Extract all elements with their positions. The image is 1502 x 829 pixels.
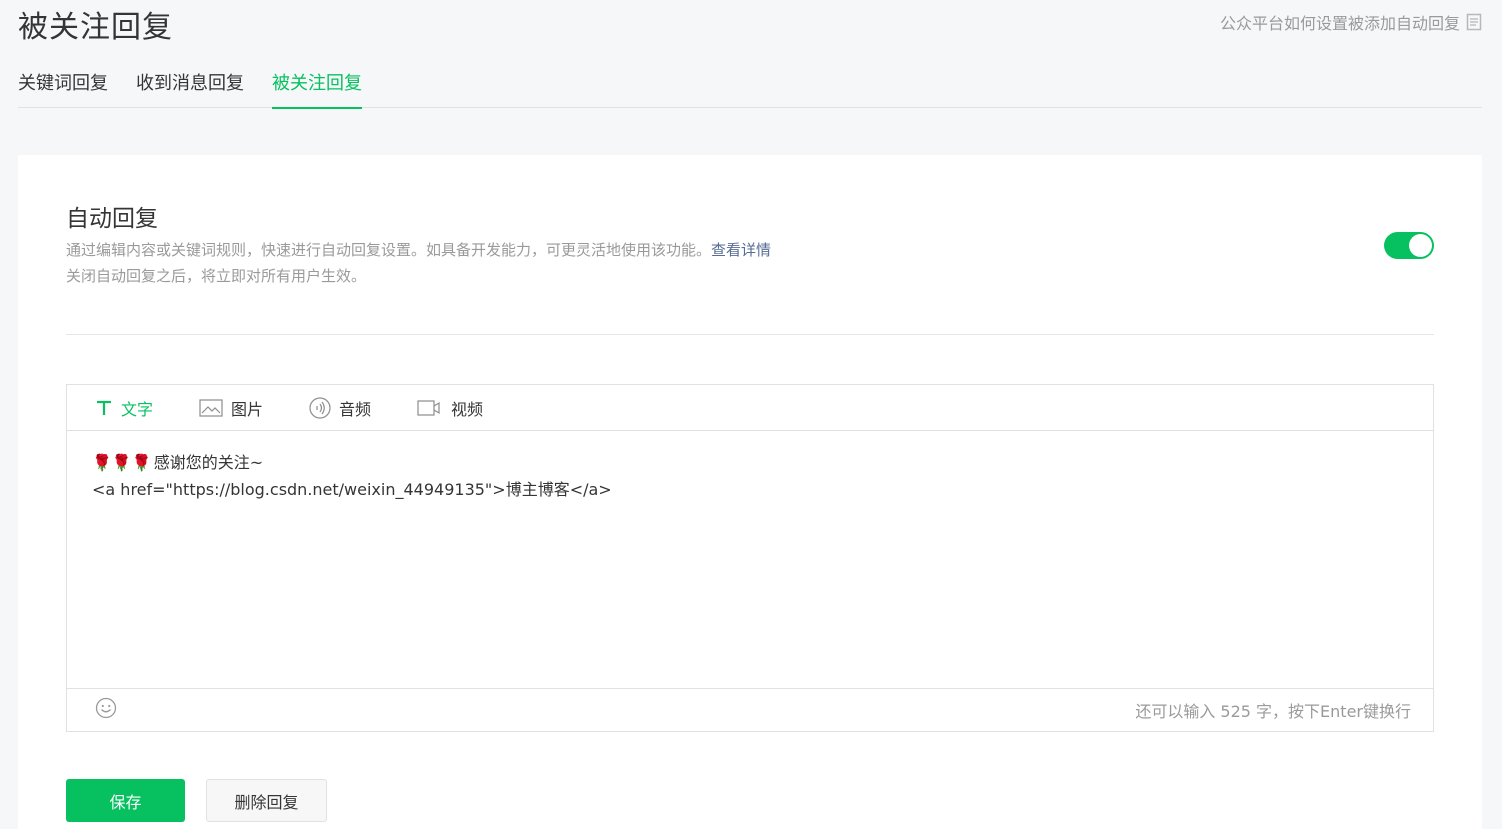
page: 被关注回复 公众平台如何设置被添加自动回复 关键词回复 收到消息回复 被关注回复… bbox=[0, 0, 1502, 829]
auto-reply-toggle[interactable] bbox=[1384, 232, 1434, 259]
save-button[interactable]: 保存 bbox=[66, 779, 185, 822]
editor-toolbar: 文字 图片 音频 视频 bbox=[67, 385, 1433, 431]
content-line-2: <a href="https://blog.csdn.net/weixin_44… bbox=[92, 480, 612, 499]
image-icon bbox=[199, 398, 223, 417]
editor-content[interactable]: 🌹🌹🌹 感谢您的关注~ <a href="https://blog.csdn.net… bbox=[67, 431, 1433, 688]
toggle-knob bbox=[1409, 234, 1432, 257]
auto-reply-card: 自动回复 通过编辑内容或关键词规则，快速进行自动回复设置。如具备开发能力，可更灵… bbox=[18, 155, 1482, 829]
content-line-1: 🌹🌹🌹 感谢您的关注~ bbox=[92, 449, 1408, 476]
section-description: 通过编辑内容或关键词规则，快速进行自动回复设置。如具备开发能力，可更灵活地使用该… bbox=[66, 237, 771, 289]
char-counter: 还可以输入 525 字，按下Enter键换行 bbox=[1135, 702, 1411, 721]
rose-emoji: 🌹🌹🌹 bbox=[92, 453, 152, 472]
tool-audio-label: 音频 bbox=[339, 399, 372, 419]
section-title: 自动回复 bbox=[66, 206, 158, 232]
tab-message-reply[interactable]: 收到消息回复 bbox=[136, 62, 244, 108]
emoji-icon[interactable] bbox=[95, 697, 117, 723]
tool-text[interactable]: 文字 bbox=[95, 396, 153, 420]
text-icon bbox=[95, 399, 113, 417]
help-link-label: 公众平台如何设置被添加自动回复 bbox=[1219, 14, 1460, 33]
tool-audio[interactable]: 音频 bbox=[309, 396, 371, 420]
tool-text-label: 文字 bbox=[121, 399, 154, 419]
delete-reply-button[interactable]: 删除回复 bbox=[206, 779, 327, 822]
tool-image[interactable]: 图片 bbox=[199, 396, 263, 420]
audio-icon bbox=[309, 396, 331, 419]
view-details-link[interactable]: 查看详情 bbox=[711, 241, 771, 259]
tab-keyword-reply[interactable]: 关键词回复 bbox=[18, 62, 108, 108]
tool-video-label: 视频 bbox=[451, 399, 484, 419]
content-line-1-text: 感谢您的关注~ bbox=[153, 453, 264, 472]
page-title: 被关注回复 bbox=[18, 10, 173, 45]
editor-footer: 还可以输入 525 字，按下Enter键换行 bbox=[67, 688, 1433, 731]
tab-follow-reply[interactable]: 被关注回复 bbox=[272, 62, 362, 109]
description-line-2: 关闭自动回复之后，将立即对所有用户生效。 bbox=[66, 267, 367, 285]
description-text: 通过编辑内容或关键词规则，快速进行自动回复设置。如具备开发能力，可更灵活地使用该… bbox=[66, 241, 712, 259]
divider bbox=[66, 334, 1434, 335]
video-icon bbox=[417, 399, 443, 417]
tool-image-label: 图片 bbox=[231, 399, 264, 419]
tool-video[interactable]: 视频 bbox=[417, 396, 483, 420]
reply-tabs: 关键词回复 收到消息回复 被关注回复 bbox=[18, 62, 1482, 109]
help-link[interactable]: 公众平台如何设置被添加自动回复 bbox=[1220, 10, 1482, 34]
description-line-1: 通过编辑内容或关键词规则，快速进行自动回复设置。如具备开发能力，可更灵活地使用该… bbox=[66, 237, 771, 263]
reply-editor: 文字 图片 音频 视频 🌹🌹🌹 感谢您的关注~ <a href="https:/… bbox=[66, 384, 1434, 732]
document-icon bbox=[1466, 13, 1482, 31]
